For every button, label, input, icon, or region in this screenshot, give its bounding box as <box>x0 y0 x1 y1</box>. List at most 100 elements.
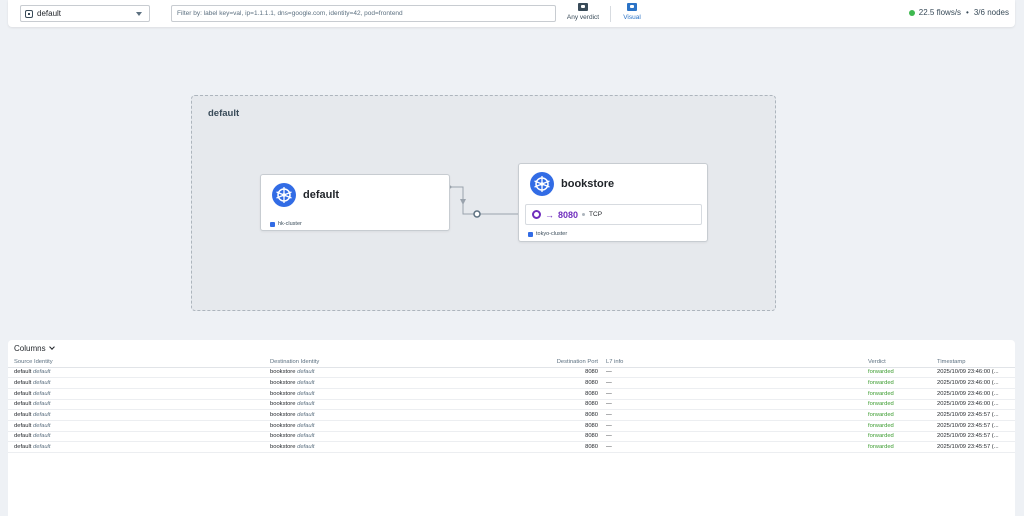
destination-name: bookstore <box>270 369 296 376</box>
status-dot-icon <box>908 9 915 16</box>
cluster-icon <box>528 231 533 237</box>
destination-port: 8080 <box>480 377 606 389</box>
port-separator <box>582 213 586 216</box>
service-card-bookstore[interactable]: bookstore → 8080 TCP tokyo-cluster <box>518 163 708 242</box>
destination-identity: bookstore default <box>270 431 480 443</box>
source-namespace: default <box>33 401 51 408</box>
destination-namespace: default <box>297 390 315 397</box>
destination-port: 8080 <box>480 399 606 411</box>
destination-identity: bookstore default <box>270 388 480 400</box>
verdict: forwarded <box>868 409 937 421</box>
source-identity: default default <box>8 420 270 432</box>
top-bar: default Any verdict Visual 22.5 flows/s … <box>8 0 1015 27</box>
service-card-default[interactable]: default hk-cluster <box>260 174 450 231</box>
visual-view-button[interactable]: Visual <box>618 3 646 25</box>
l7-info: — <box>606 409 868 421</box>
destination-port: 8080 <box>480 409 606 421</box>
destination-namespace: default <box>297 433 315 440</box>
verdict-filter-label: Any verdict <box>566 14 600 21</box>
port-icon <box>532 210 541 219</box>
kubernetes-icon <box>530 172 554 196</box>
source-identity: default default <box>8 431 270 443</box>
l7-info: — <box>606 399 868 411</box>
table-row[interactable]: default default bookstore default 8080— for… <box>8 409 1015 421</box>
table-row[interactable]: default default bookstore default 8080— for… <box>8 420 1015 432</box>
service-card-title: default <box>303 189 340 201</box>
verdict: forwarded <box>868 399 937 411</box>
cluster-name: tokyo-cluster <box>536 231 568 237</box>
source-identity: default default <box>8 388 270 400</box>
l7-info: — <box>606 388 868 400</box>
destination-namespace: default <box>297 412 315 419</box>
l7-info: — <box>606 420 868 432</box>
table-row[interactable]: default default bookstore default 8080— for… <box>8 377 1015 389</box>
timestamp: 2025/10/09 23:46:00 (... <box>937 367 1015 379</box>
l7-info: — <box>606 367 868 379</box>
destination-port: 8080 <box>480 441 606 453</box>
source-name: default <box>14 390 32 397</box>
verdict: forwarded <box>868 377 937 389</box>
destination-name: bookstore <box>270 380 296 387</box>
verdict: forwarded <box>868 420 937 432</box>
port-number: 8080 <box>558 209 579 220</box>
timestamp: 2025/10/09 23:45:57 (... <box>937 431 1015 443</box>
verdict: forwarded <box>868 441 937 453</box>
visual-view-label: Visual <box>623 14 641 21</box>
chevron-down-icon <box>136 12 142 16</box>
source-namespace: default <box>33 390 51 397</box>
destination-port: 8080 <box>480 388 606 400</box>
destination-name: bookstore <box>270 422 296 429</box>
source-name: default <box>14 422 32 429</box>
header-destination-identity[interactable]: Destination Identity <box>270 357 480 368</box>
namespace-selector-value: default <box>37 9 62 18</box>
destination-identity: bookstore default <box>270 441 480 453</box>
flows-table: Source Identity Destination Identity Des… <box>8 357 1015 453</box>
table-row[interactable]: default default bookstore default 8080— for… <box>8 367 1015 379</box>
header-destination-port[interactable]: Destination Port <box>480 357 606 368</box>
namespace-selector[interactable]: default <box>20 5 150 22</box>
verdict: forwarded <box>868 388 937 400</box>
verdict-filter-button[interactable]: Any verdict <box>564 3 602 25</box>
source-identity: default default <box>8 409 270 421</box>
table-header-row: Source Identity Destination Identity Des… <box>8 357 1015 368</box>
table-row[interactable]: default default bookstore default 8080— for… <box>8 441 1015 453</box>
source-namespace: default <box>33 380 51 387</box>
source-name: default <box>14 412 32 419</box>
visual-icon <box>627 3 637 11</box>
header-verdict[interactable]: Verdict <box>868 357 937 368</box>
port-protocol: TCP <box>589 211 603 218</box>
table-row[interactable]: default default bookstore default 8080— for… <box>8 388 1015 400</box>
timestamp: 2025/10/09 23:45:57 (... <box>937 420 1015 432</box>
filter-input[interactable] <box>171 5 556 22</box>
header-source-identity[interactable]: Source Identity <box>8 357 270 368</box>
columns-label: Columns <box>14 344 46 353</box>
header-l7-info[interactable]: L7 info <box>606 357 868 368</box>
cluster-name: hk-cluster <box>278 221 302 227</box>
timestamp: 2025/10/09 23:45:57 (... <box>937 409 1015 421</box>
flows-panel: Columns Source Identity Destination Iden… <box>8 340 1015 516</box>
destination-name: bookstore <box>270 412 296 419</box>
l7-info: — <box>606 431 868 443</box>
table-row[interactable]: default default bookstore default 8080— for… <box>8 399 1015 411</box>
table-row[interactable]: default default bookstore default 8080— for… <box>8 431 1015 443</box>
status-separator: • <box>966 8 969 17</box>
source-identity: default default <box>8 441 270 453</box>
source-name: default <box>14 369 32 376</box>
source-namespace: default <box>33 412 51 419</box>
destination-name: bookstore <box>270 401 296 408</box>
columns-button[interactable]: Columns <box>14 344 55 353</box>
flows-rate: 22.5 flows/s <box>918 8 962 17</box>
source-name: default <box>14 380 32 387</box>
source-identity: default default <box>8 367 270 379</box>
destination-namespace: default <box>297 422 315 429</box>
header-timestamp[interactable]: Timestamp <box>937 357 1015 368</box>
source-name: default <box>14 433 32 440</box>
destination-identity: bookstore default <box>270 409 480 421</box>
verdict-icon <box>578 3 588 11</box>
l7-info: — <box>606 377 868 389</box>
port-endpoint[interactable]: → 8080 TCP <box>525 204 702 225</box>
arrow-right-icon: → <box>545 209 554 220</box>
verdict: forwarded <box>868 367 937 379</box>
destination-port: 8080 <box>480 367 606 379</box>
destination-name: bookstore <box>270 433 296 440</box>
